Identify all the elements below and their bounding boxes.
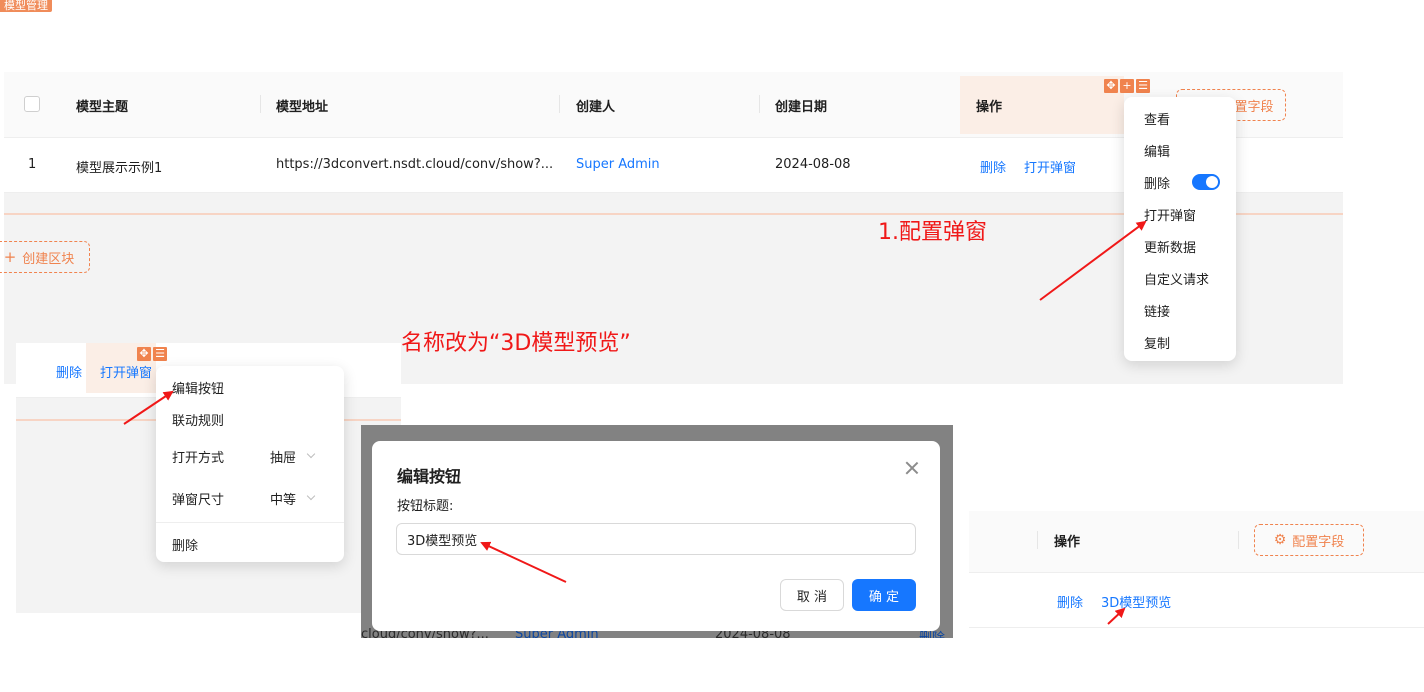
arrow-to-input — [480, 541, 567, 583]
arrow-to-edit-button — [123, 390, 174, 425]
arrow-to-3d-preview — [1107, 607, 1126, 625]
annotation-arrows — [123, 220, 1147, 625]
arrow-to-open-popup — [1039, 220, 1147, 301]
